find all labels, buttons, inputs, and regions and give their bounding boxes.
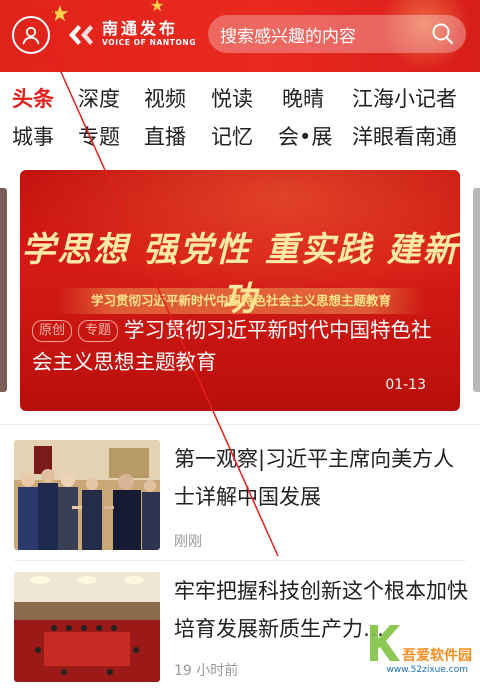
search-input[interactable]: 搜索感兴趣的内容 (208, 15, 466, 53)
banner-date: 01-13 (385, 377, 426, 393)
site-watermark: 吾爱软件园 www.52zixue.com (360, 621, 478, 685)
channel-tabs: 头条 深度 视频 悦读 晚晴 江海小记者 城事 专题 直播 记忆 会•展 洋眼看… (0, 78, 480, 160)
search-placeholder: 搜索感兴趣的内容 (220, 26, 356, 47)
watermark-brand: 吾爱软件园 (402, 648, 472, 664)
tab-headlines[interactable]: 头条 (12, 80, 54, 118)
tab-live[interactable]: 直播 (144, 118, 186, 156)
news-timestamp: 刚刚 (174, 534, 202, 550)
banner-title-line: 原创 专题 学习贯彻习近平新时代中国特色社会主义思想主题教育 (32, 318, 432, 374)
tab-exhibition[interactable]: 会•展 (278, 118, 332, 156)
section-divider (0, 424, 480, 425)
news-timestamp: 19 小时前 (174, 663, 239, 679)
tab-special[interactable]: 专题 (78, 118, 120, 156)
meeting-photo-icon (14, 440, 160, 550)
tab-reading[interactable]: 悦读 (211, 80, 253, 118)
tab-memory[interactable]: 记忆 (211, 118, 253, 156)
tab-foreign-view[interactable]: 洋眼看南通 (352, 118, 457, 156)
app-logo: 南通发布 VOICE OF NANTONG (66, 16, 196, 52)
list-divider (14, 560, 466, 561)
banner-ribbon: 学习贯彻习近平新时代中国特色社会主义思想主题教育 (56, 288, 426, 314)
conference-photo-icon (14, 572, 160, 682)
user-icon (22, 26, 40, 45)
user-profile-button[interactable] (12, 16, 50, 54)
special-tag: 专题 (78, 320, 119, 342)
star-decoration-icon: ★ (150, 0, 165, 15)
news-item[interactable]: 第一观察|习近平主席向美方人士详解中国发展 刚刚 (0, 436, 480, 556)
carousel-next-peek[interactable] (473, 188, 480, 392)
channel-tab-row: 城事 专题 直播 记忆 会•展 洋眼看南通 (0, 118, 480, 156)
tab-depth[interactable]: 深度 (78, 80, 120, 118)
tab-video[interactable]: 视频 (144, 80, 186, 118)
tab-young-reporter[interactable]: 江海小记者 (352, 80, 457, 118)
news-thumbnail (14, 572, 160, 682)
tab-evening[interactable]: 晚晴 (282, 80, 324, 118)
original-tag: 原创 (32, 320, 73, 342)
carousel-prev-peek[interactable] (0, 188, 7, 392)
news-headline[interactable]: 第一观察|习近平主席向美方人士详解中国发展 (174, 440, 470, 516)
news-thumbnail (14, 440, 160, 550)
watermark-url: www.52zixue.com (386, 665, 468, 675)
tab-city[interactable]: 城事 (12, 118, 54, 156)
featured-banner[interactable]: 学思想 强党性 重实践 建新功 学习贯彻习近平新时代中国特色社会主义思想主题教育… (20, 170, 460, 411)
logo-name-cn: 南通发布 (102, 19, 179, 38)
app-header: ★ ★ 南通发布 VOICE OF NANTONG 搜索感兴趣的内容 (0, 0, 480, 72)
banner-title-box: 原创 专题 学习贯彻习近平新时代中国特色社会主义思想主题教育 (32, 314, 450, 378)
logo-name-en: VOICE OF NANTONG (102, 38, 197, 47)
channel-tab-row: 头条 深度 视频 悦读 晚晴 江海小记者 (0, 80, 480, 118)
logo-mark-icon (69, 25, 93, 45)
search-icon[interactable] (430, 21, 456, 47)
